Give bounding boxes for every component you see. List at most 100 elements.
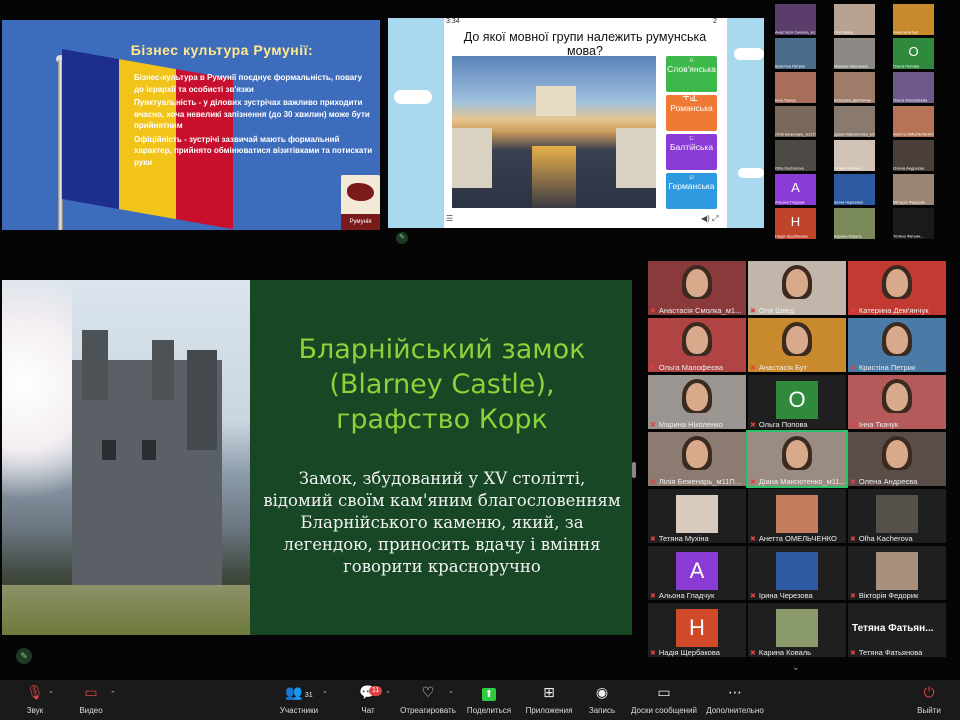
slide-title: Бізнес культура Румунії:	[130, 42, 314, 58]
participant-tile[interactable]: ✖ Катерина Дем'янчук	[848, 261, 946, 315]
participant-tile-small[interactable]: Ірина Черезова	[834, 174, 875, 205]
split-handle[interactable]	[632, 462, 636, 478]
participant-tile[interactable]: Тетяна Фатьян... ✖ Тетяна Фатьянова	[848, 603, 946, 657]
participant-tile-small[interactable]: A Альона Гладчук	[775, 174, 816, 205]
participant-name-text: Карина Коваль	[758, 648, 812, 657]
participant-tile[interactable]: ✖ Марина Ніколенко	[648, 375, 746, 429]
react-button[interactable]: ♡ Отреагировать	[393, 682, 463, 715]
participant-tile[interactable]: ✖ Анастасія Смолка_м1...	[648, 261, 746, 315]
participant-tile[interactable]: ✖ Вікторія Федорик	[848, 546, 946, 600]
participant-tile[interactable]: ✖ Анастасія Бут	[748, 318, 846, 372]
participant-tile[interactable]: ✖ Карина Коваль	[748, 603, 846, 657]
participant-avatar	[776, 495, 818, 533]
quiz-answer-a[interactable]: A Слов'янська	[666, 56, 717, 92]
participant-tile-small[interactable]: Інна Ткачук	[775, 72, 816, 103]
participant-face	[686, 326, 708, 354]
participant-tile[interactable]: O ✖ Ольга Попова	[748, 375, 846, 429]
participant-name: Лілія Беженарь_м11П...	[775, 132, 816, 137]
quiz-answer-d[interactable]: D Германська	[666, 173, 717, 209]
participant-tile[interactable]: ✖ Інна Ткачук	[848, 375, 946, 429]
participant-name-text: Анетта ОМЕЛЬЧЕНКО	[758, 534, 837, 543]
participant-tile[interactable]: ✖ Анетта ОМЕЛЬЧЕНКО	[748, 489, 846, 543]
participant-name: Ольга Попова	[893, 64, 919, 69]
participant-tile[interactable]: ✖ Оля Швед	[748, 261, 846, 315]
participant-face	[786, 269, 808, 297]
participant-avatar	[876, 552, 918, 590]
react-caret[interactable]: ⌃	[448, 690, 454, 698]
quiz-question: До якої мовної групи належить румунська …	[463, 30, 707, 58]
participants-button[interactable]: 👥 31 Участники	[264, 682, 334, 715]
participant-tile[interactable]: ✖ Ірина Черезова	[748, 546, 846, 600]
participant-tile-small[interactable]: Лілія Беженарь_м11П...	[775, 106, 816, 137]
participant-name: Тетяна Мухіна	[834, 166, 861, 171]
participants-caret[interactable]: ⌃	[322, 690, 328, 698]
participant-name: Ольга Малофеєва	[893, 98, 928, 103]
participant-name: Катерина Дем'янчук	[834, 98, 872, 103]
gallery-scroll-down-icon[interactable]: ⌄	[792, 662, 800, 673]
participant-tile[interactable]: ✖ Олена Андреєва	[848, 432, 946, 486]
participant-name: ✖ Тетяна Мухіна	[650, 534, 709, 543]
participant-tile-small[interactable]: Тетяна Мухіна	[834, 140, 875, 171]
participant-tile-small[interactable]: Тетяна Фатьян...	[893, 208, 934, 239]
leave-button[interactable]: ⏻ Выйти	[894, 682, 960, 715]
participant-tile[interactable]: ✖ Olha Kacherova	[848, 489, 946, 543]
participant-tile-small[interactable]: Анастасія Бут	[893, 4, 934, 35]
mic-muted-icon: ✖	[850, 650, 856, 657]
participant-name: ✖ Олена Андреєва	[850, 477, 917, 486]
whiteboards-button[interactable]: ▭ Доски сообщений	[629, 682, 699, 715]
video-options-caret[interactable]: ⌃	[110, 690, 116, 698]
participant-tile[interactable]: ✖ Тетяна Мухіна	[648, 489, 746, 543]
participant-name: ✖ Катерина Дем'янчук	[850, 306, 929, 315]
participant-tile[interactable]: H ✖ Надія Щербакова	[648, 603, 746, 657]
participant-name-text: Інна Ткачук	[858, 420, 899, 429]
annotate-main-icon[interactable]: ✎	[16, 648, 32, 664]
participant-tile-small[interactable]: Ольга Малофеєва	[893, 72, 934, 103]
participant-tile[interactable]: A ✖ Альона Гладчук	[648, 546, 746, 600]
participant-tile-small[interactable]: Діана Максютенко_м11...	[834, 106, 875, 137]
quiz-menu-icon[interactable]: ☰	[446, 214, 453, 223]
participant-name: ✖ Карина Коваль	[750, 648, 811, 657]
participant-tile[interactable]: ✖ Лілія Беженарь_м11П...	[648, 432, 746, 486]
participant-name: ✖ Вікторія Федорик	[850, 591, 918, 600]
quiz-fullscreen-icon[interactable]: ◀) ⤢	[701, 214, 718, 224]
participant-name-text: Оля Швед	[758, 306, 795, 315]
participant-name: ✖ Лілія Беженарь_м11П...	[650, 477, 741, 486]
participant-tile[interactable]: ✖ Діана Максютенко_м11...	[746, 430, 848, 488]
quiz-page-number: 2	[713, 18, 717, 25]
participant-tile-small[interactable]: H Надія Щербакова	[775, 208, 816, 239]
participant-name-text: Надія Щербакова	[658, 648, 720, 657]
video-button[interactable]: ▭ Видео	[56, 682, 126, 715]
participant-tile[interactable]: ✖ Ольга Малофеєва	[648, 318, 746, 372]
participant-name: Олена Андреєва	[893, 166, 925, 171]
participant-face	[686, 440, 708, 468]
record-button[interactable]: ◉ Запись	[567, 682, 637, 715]
participant-name-text: Анастасія Бут	[758, 363, 807, 372]
participant-tile-small[interactable]: Карина Коваль	[834, 208, 875, 239]
annotate-icon[interactable]: ✎	[396, 232, 408, 244]
more-button[interactable]: ⋯ Дополнительно	[700, 682, 770, 715]
participant-tile[interactable]: ✖ Кристіна Петрик	[848, 318, 946, 372]
participant-tile-small[interactable]: Кристіна Петрик	[775, 38, 816, 69]
participant-tile-small[interactable]: Анастасія Смолка_м1...	[775, 4, 816, 35]
chat-caret[interactable]: ⌃	[385, 690, 391, 698]
participant-tile-small[interactable]: Оля Швед	[834, 4, 875, 35]
participant-name-text: Вікторія Федорик	[858, 591, 919, 600]
map-label: Румунія	[341, 214, 380, 230]
participant-tile-small[interactable]: Марина Ніколенко	[834, 38, 875, 69]
mic-muted-icon: ✖	[750, 422, 756, 429]
participant-face	[886, 269, 908, 297]
participant-tile-small[interactable]: O Ольга Попова	[893, 38, 934, 69]
participant-tile-small[interactable]: Вікторія Федорик	[893, 174, 934, 205]
participant-name: ✖ Анастасія Бут	[750, 363, 807, 372]
participant-tile-small[interactable]: Катерина Дем'янчук	[834, 72, 875, 103]
participant-name: ✖ Діана Максютенко_м11...	[750, 477, 846, 486]
participant-initial: A	[791, 179, 800, 195]
participant-avatar	[776, 552, 818, 590]
participant-face	[786, 326, 808, 354]
audio-options-caret[interactable]: ⌃	[48, 690, 54, 698]
quiz-answer-c[interactable]: C Балтійська	[666, 134, 717, 170]
participant-tile-small[interactable]: Olha Kachorova	[775, 140, 816, 171]
participant-tile-small[interactable]: Олена Андреєва	[893, 140, 934, 171]
participant-name-text: Кристіна Петрик	[858, 363, 916, 372]
participant-tile-small[interactable]: Анетта ОМЕЛЬЧЕНКО	[893, 106, 934, 137]
